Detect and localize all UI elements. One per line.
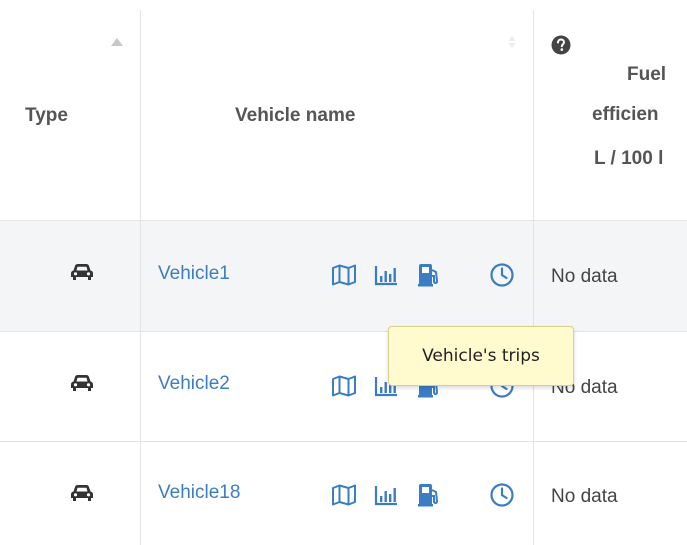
column-header-vehicle-name[interactable]: Vehicle name <box>235 105 355 127</box>
vehicle-name-link[interactable]: Vehicle18 <box>158 482 240 504</box>
bar-chart-icon[interactable] <box>373 482 399 508</box>
column-header-fuel-line3: L / 100 l <box>594 148 664 169</box>
fuel-efficiency-value: No data <box>551 266 618 287</box>
column-header-type[interactable]: Type <box>25 105 68 127</box>
car-icon <box>62 263 102 288</box>
sort-neutral-icon[interactable] <box>507 35 517 54</box>
map-icon[interactable] <box>331 262 357 288</box>
clock-icon[interactable] <box>489 262 515 288</box>
fuel-pump-icon[interactable] <box>416 262 442 288</box>
fuel-pump-icon[interactable] <box>416 482 442 508</box>
vehicles-table: Type Vehicle name Fuel efficien L / 100 … <box>0 0 687 545</box>
clock-icon[interactable] <box>489 482 515 508</box>
row-divider <box>0 331 687 332</box>
column-divider <box>140 10 141 545</box>
car-icon <box>62 484 102 509</box>
column-header-fuel-line1: Fuel <box>627 64 667 85</box>
vehicle-name-link[interactable]: Vehicle1 <box>158 263 230 285</box>
column-header-fuel-line2: efficien <box>592 104 659 125</box>
car-icon <box>62 374 102 399</box>
vehicle-name-link[interactable]: Vehicle2 <box>158 373 230 395</box>
question-circle-icon[interactable] <box>551 35 571 60</box>
fuel-efficiency-value: No data <box>551 486 618 507</box>
column-divider <box>533 10 534 545</box>
map-icon[interactable] <box>331 482 357 508</box>
bar-chart-icon[interactable] <box>373 262 399 288</box>
map-icon[interactable] <box>331 373 357 399</box>
tooltip: Vehicle's trips <box>388 326 574 386</box>
sort-asc-icon[interactable] <box>110 34 124 52</box>
row-divider <box>0 220 687 221</box>
row-divider <box>0 441 687 442</box>
